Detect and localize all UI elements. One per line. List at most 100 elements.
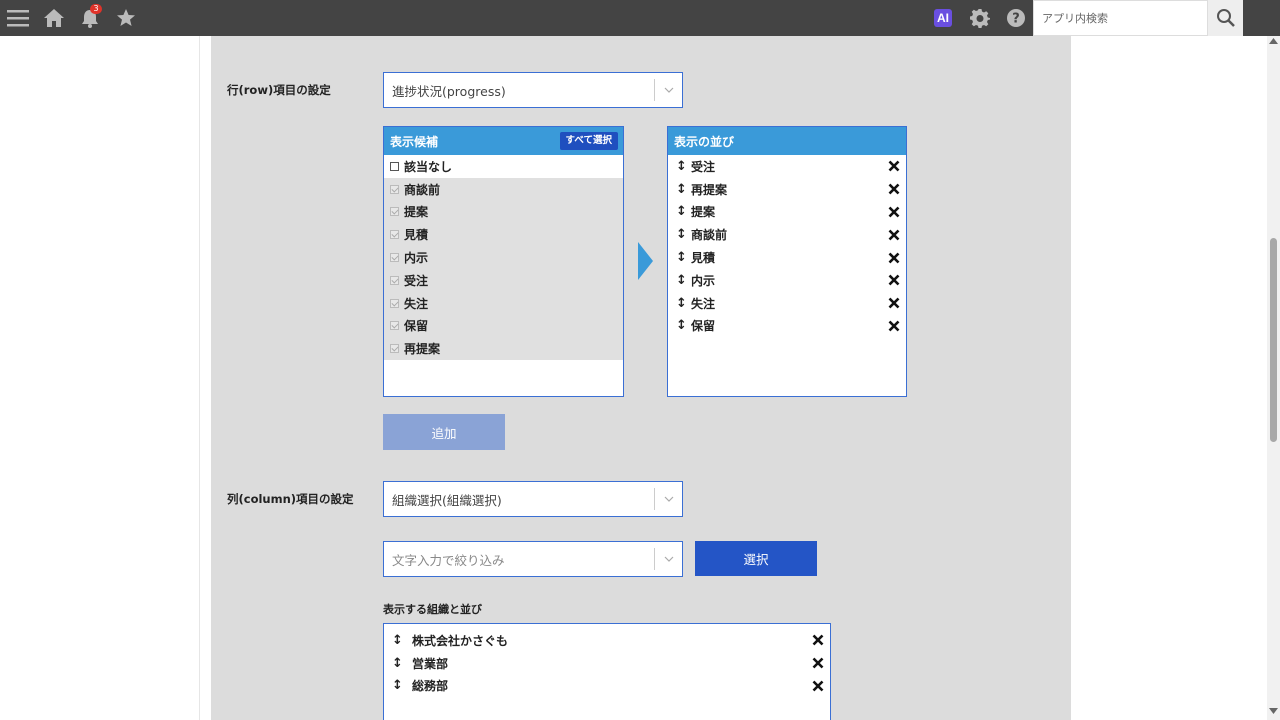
drag-handle-icon[interactable]: ↕	[676, 182, 688, 197]
gear-icon[interactable]	[968, 6, 992, 30]
org-item-label: 総務部	[412, 679, 449, 694]
remove-icon[interactable]	[888, 274, 900, 286]
order-item[interactable]: ↕ 再提案	[668, 178, 906, 201]
checkbox[interactable]	[390, 161, 399, 171]
drag-handle-icon[interactable]: ↕	[392, 678, 404, 693]
vertical-scrollbar[interactable]	[1267, 36, 1280, 720]
scroll-down-arrow-icon[interactable]	[1267, 708, 1280, 718]
row-item-select[interactable]: 進捗状況(progress)	[383, 72, 683, 108]
candidate-label: 内示	[404, 251, 429, 266]
chevron-down-icon[interactable]	[655, 496, 682, 502]
candidate-label: 見積	[404, 228, 429, 243]
arrow-right-icon	[638, 242, 653, 280]
order-item[interactable]: ↕ 商談前	[668, 223, 906, 246]
checkbox	[390, 184, 399, 194]
notification-badge: 3	[90, 4, 102, 14]
display-candidates-list: 表示候補 すべて選択 該当なし 商談前 提案 見積 内示 受注 失注 保留 再提…	[383, 126, 624, 397]
chevron-down-icon[interactable]	[655, 556, 682, 562]
select-button[interactable]: 選択	[695, 541, 817, 576]
column-item-select-value: 組織選択(組織選択)	[392, 492, 502, 508]
candidate-label: 失注	[404, 296, 429, 311]
help-icon[interactable]: ?	[1004, 6, 1028, 30]
candidate-label: 再提案	[404, 342, 441, 357]
remove-icon[interactable]	[888, 160, 900, 172]
add-button[interactable]: 追加	[383, 414, 505, 450]
star-icon[interactable]	[114, 6, 138, 30]
drag-handle-icon[interactable]: ↕	[676, 250, 688, 265]
drag-handle-icon[interactable]: ↕	[392, 656, 404, 671]
org-order-list: ↕ 株式会社かさぐも ↕ 営業部 ↕ 総務部	[383, 623, 831, 720]
checkbox	[390, 321, 399, 331]
org-item[interactable]: ↕ 営業部	[384, 652, 830, 675]
order-item[interactable]: ↕ 内示	[668, 269, 906, 292]
drag-handle-icon[interactable]: ↕	[676, 227, 688, 242]
order-item-label: 受注	[691, 159, 716, 174]
filter-placeholder[interactable]: 文字入力で絞り込み	[384, 550, 654, 569]
drag-handle-icon[interactable]: ↕	[676, 296, 688, 311]
org-section-title: 表示する組織と並び	[383, 603, 482, 616]
column-item-select[interactable]: 組織選択(組織選択)	[383, 481, 683, 517]
row-item-select-value: 進捗状況(progress)	[392, 83, 506, 99]
drag-handle-icon[interactable]: ↕	[392, 633, 404, 648]
remove-icon[interactable]	[812, 634, 824, 646]
checkbox	[390, 253, 399, 263]
checkbox	[390, 230, 399, 240]
checkbox	[390, 298, 399, 308]
remove-icon[interactable]	[812, 657, 824, 669]
candidate-item: 保留	[384, 314, 623, 338]
order-item[interactable]: ↕ 見積	[668, 246, 906, 269]
candidate-item: 商談前	[384, 177, 623, 201]
org-item-label: 株式会社かさぐも	[412, 633, 509, 648]
menu-icon[interactable]	[6, 6, 30, 30]
remove-icon[interactable]	[888, 297, 900, 309]
order-item[interactable]: ↕ 保留	[668, 315, 906, 338]
org-item[interactable]: ↕ 総務部	[384, 675, 830, 698]
ai-icon[interactable]: AI	[934, 9, 952, 27]
remove-icon[interactable]	[888, 320, 900, 332]
candidates-title: 表示候補	[390, 134, 439, 149]
order-item[interactable]: ↕ 失注	[668, 292, 906, 315]
checkbox	[390, 344, 399, 354]
display-order-list: 表示の並び ↕ 受注 ↕ 再提案 ↕ 提案 ↕ 商談前 ↕ 見積 ↕ 内示 ↕ 失注 ↕ 保留	[667, 126, 907, 397]
remove-icon[interactable]	[888, 206, 900, 218]
candidate-label: 商談前	[404, 182, 441, 197]
top-navigation-bar: 3 AI ?	[0, 0, 1280, 36]
candidate-label: 提案	[404, 205, 429, 220]
candidate-item: 提案	[384, 200, 623, 224]
scrollbar-thumb[interactable]	[1270, 238, 1277, 442]
drag-handle-icon[interactable]: ↕	[676, 318, 688, 333]
order-item[interactable]: ↕ 受注	[668, 155, 906, 178]
page-border	[199, 36, 200, 720]
candidate-item: 内示	[384, 246, 623, 269]
org-item[interactable]: ↕ 株式会社かさぐも	[384, 629, 830, 652]
org-item-label: 営業部	[412, 656, 449, 671]
filter-select[interactable]: 文字入力で絞り込み	[383, 541, 683, 577]
order-item-label: 保留	[691, 319, 716, 334]
order-header: 表示の並び	[668, 127, 906, 155]
candidate-item: 失注	[384, 291, 623, 315]
remove-icon[interactable]	[888, 183, 900, 195]
chevron-down-icon[interactable]	[655, 87, 682, 93]
order-item-label: 再提案	[691, 182, 728, 197]
candidate-item[interactable]: 該当なし	[384, 155, 623, 178]
drag-handle-icon[interactable]: ↕	[676, 204, 688, 219]
drag-handle-icon[interactable]: ↕	[676, 159, 688, 174]
scroll-up-arrow-icon[interactable]	[1267, 38, 1280, 48]
checkbox	[390, 207, 399, 217]
remove-icon[interactable]	[888, 229, 900, 241]
home-icon[interactable]	[42, 6, 66, 30]
candidate-item: 再提案	[384, 337, 623, 361]
column-setting-label: 列(column)項目の設定	[227, 492, 354, 506]
drag-handle-icon[interactable]: ↕	[676, 273, 688, 288]
app-search-field[interactable]	[1033, 0, 1208, 36]
remove-icon[interactable]	[888, 252, 900, 264]
candidate-item: 受注	[384, 268, 623, 292]
order-item-label: 内示	[691, 273, 716, 288]
order-title: 表示の並び	[674, 134, 735, 149]
app-search-input[interactable]	[1034, 1, 1207, 35]
search-icon	[1216, 9, 1235, 27]
select-all-button[interactable]: すべて選択	[559, 132, 618, 150]
remove-icon[interactable]	[812, 680, 824, 692]
order-item[interactable]: ↕ 提案	[668, 201, 906, 224]
search-button[interactable]	[1208, 0, 1243, 36]
